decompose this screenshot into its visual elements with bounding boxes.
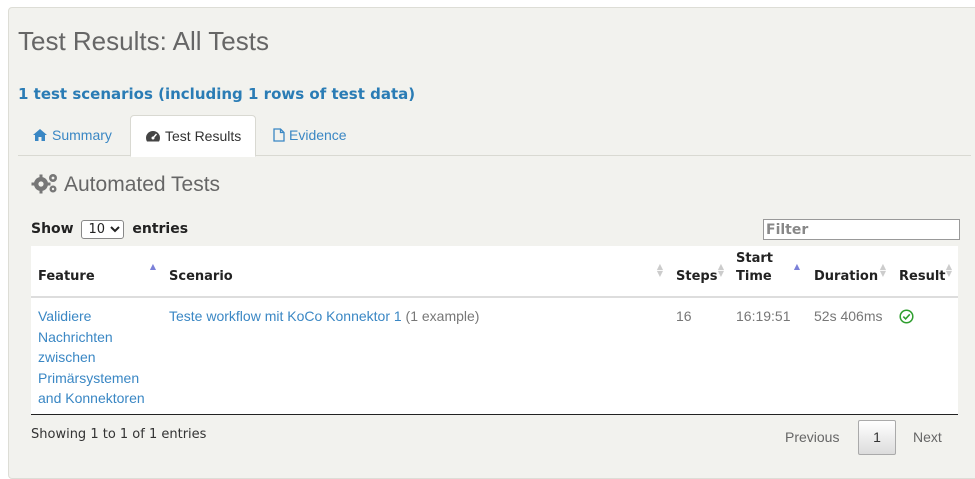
- home-icon: [33, 129, 47, 141]
- sort-icon: ▲ ▼: [879, 262, 887, 278]
- start-time-cell: 16:19:51: [736, 308, 791, 324]
- next-button[interactable]: Next: [913, 420, 942, 454]
- scenario-note: (1 example): [405, 308, 480, 324]
- column-header-scenario[interactable]: Scenario ▲ ▼: [162, 246, 669, 296]
- tab-test-results-label: Test Results: [165, 128, 242, 144]
- previous-button[interactable]: Previous: [785, 420, 839, 454]
- page-length-control: Show 10 entries: [31, 220, 188, 239]
- duration-cell: 52s 406ms: [814, 308, 883, 324]
- results-table: Feature ▲ Scenario ▲ ▼ Steps ▲ ▼ Start Tim…: [31, 246, 958, 415]
- column-header-duration[interactable]: Duration ▲ ▼: [807, 246, 892, 296]
- steps-cell: 16: [676, 308, 692, 324]
- filter-input[interactable]: [763, 219, 960, 240]
- entries-label: entries: [132, 221, 189, 237]
- sort-asc-icon: ▲: [793, 262, 801, 271]
- feature-link[interactable]: Validiere Nachrichten zwischen Primärsys…: [38, 306, 153, 409]
- dashboard-icon: [146, 131, 160, 142]
- sort-icon: ▲ ▼: [656, 262, 664, 278]
- tab-summary-label: Summary: [52, 127, 112, 143]
- page-button-current[interactable]: 1: [858, 420, 896, 455]
- file-icon: [273, 128, 285, 142]
- section-title: Automated Tests: [31, 172, 220, 197]
- tab-evidence-label: Evidence: [289, 127, 347, 143]
- column-header-start-time[interactable]: Start Time ▲: [729, 246, 807, 296]
- table-info: Showing 1 to 1 of 1 entries: [31, 427, 207, 442]
- scenario-summary: 1 test scenarios (including 1 rows of te…: [18, 85, 416, 103]
- column-header-result[interactable]: Result ▲ ▼: [892, 246, 958, 296]
- tab-summary[interactable]: Summary: [18, 115, 126, 155]
- scenario-link[interactable]: Teste workflow mit KoCo Konnektor 1: [169, 308, 402, 324]
- page-title: Test Results: All Tests: [18, 26, 269, 56]
- tab-evidence[interactable]: Evidence: [259, 115, 361, 155]
- page-length-select[interactable]: 10: [81, 220, 125, 239]
- section-title-label: Automated Tests: [64, 173, 221, 196]
- scenario-cell: Teste workflow mit KoCo Konnektor 1 (1 e…: [169, 306, 659, 327]
- cogs-icon: [31, 174, 57, 194]
- sort-asc-icon: ▲: [149, 262, 157, 271]
- table-header: Feature ▲ Scenario ▲ ▼ Steps ▲ ▼ Start Tim…: [31, 246, 958, 298]
- check-circle-icon: [899, 309, 914, 324]
- column-header-feature[interactable]: Feature ▲: [31, 246, 162, 296]
- tab-bar: Summary Test Results Evidence: [18, 115, 971, 157]
- result-cell: [899, 309, 914, 330]
- table-row: Validiere Nachrichten zwischen Primärsys…: [31, 298, 958, 415]
- tab-test-results[interactable]: Test Results: [130, 115, 257, 157]
- sort-icon: ▲ ▼: [717, 262, 725, 278]
- sort-icon: ▲ ▼: [945, 262, 953, 278]
- show-label: Show: [31, 221, 74, 237]
- column-header-steps[interactable]: Steps ▲ ▼: [669, 246, 729, 296]
